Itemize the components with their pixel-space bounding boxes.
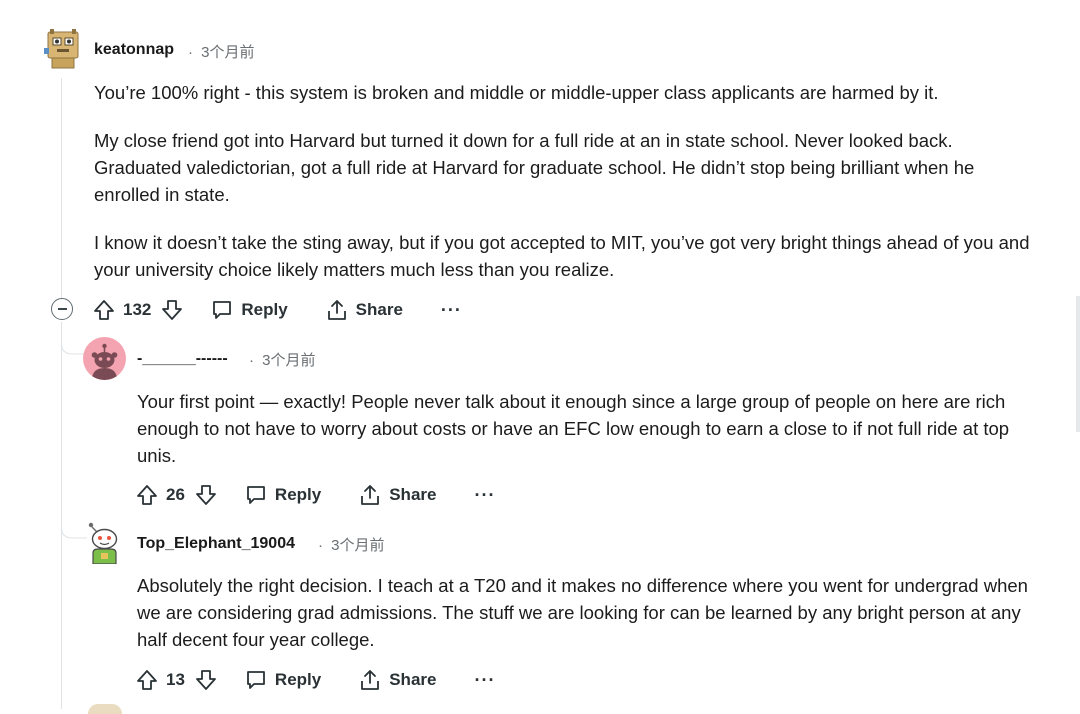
upvote-button[interactable] [136, 484, 158, 506]
thread-line-main [61, 78, 62, 298]
user-avatar[interactable] [83, 520, 126, 564]
share-button[interactable]: Share [359, 484, 436, 506]
next-comment-avatar-peek [88, 704, 122, 714]
comment-paragraph: I know it doesn’t take the sting away, b… [94, 232, 1030, 280]
comment-timestamp: · 3个月前 [249, 349, 316, 370]
downvote-arrow-icon [196, 485, 216, 505]
comment-username[interactable]: -______------ [137, 350, 228, 368]
comment-paragraph: Your first point — exactly! People never… [137, 391, 1010, 466]
comment-actions: 13 Reply Share ··· [136, 664, 495, 696]
meta-separator: · [318, 537, 323, 554]
comment-timestamp: · 3个月前 [318, 534, 385, 555]
vote-count: 13 [166, 670, 185, 689]
comment-actions: 26 Reply Share ··· [136, 479, 495, 511]
comment-body: Your first point — exactly! People never… [137, 388, 1052, 469]
comment-time: 3个月前 [201, 44, 255, 61]
more-options-button[interactable]: ··· [441, 300, 462, 321]
scroll-edge [1076, 296, 1080, 432]
robot-box-avatar-icon [44, 29, 79, 69]
meta-separator: · [188, 44, 193, 61]
share-button[interactable]: Share [359, 669, 436, 691]
comment-time: 3个月前 [331, 537, 385, 554]
share-label: Share [389, 670, 437, 689]
reply-button[interactable]: Reply [211, 299, 288, 321]
reply-label: Reply [274, 485, 322, 504]
user-avatar[interactable] [83, 337, 126, 380]
snoo-character-avatar-icon [88, 522, 118, 564]
comment-paragraph: Absolutely the right decision. I teach a… [137, 575, 1028, 650]
collapse-minus-icon [57, 308, 67, 310]
upvote-button[interactable] [93, 299, 115, 321]
vote-count: 132 [123, 300, 152, 319]
reply-label: Reply [274, 670, 322, 689]
comment-username[interactable]: Top_Elephant_19004 [137, 535, 295, 553]
share-label: Share [389, 485, 437, 504]
comment-username[interactable]: keatonnap [94, 41, 174, 59]
meta-separator: · [249, 352, 254, 369]
more-options-button[interactable]: ··· [474, 485, 495, 506]
speech-bubble-icon [247, 486, 265, 504]
share-upload-icon [361, 485, 380, 505]
vote-count: 26 [166, 485, 185, 504]
speech-bubble-icon [213, 301, 232, 319]
comment-timestamp: · 3个月前 [188, 41, 255, 62]
upvote-arrow-icon [137, 670, 157, 690]
downvote-button[interactable] [161, 299, 183, 321]
upvote-arrow-icon [137, 485, 157, 505]
comment-actions: 132 Reply Share ··· [93, 294, 462, 326]
downvote-arrow-icon [196, 670, 216, 690]
downvote-arrow-icon [162, 300, 183, 320]
downvote-button[interactable] [195, 669, 217, 691]
downvote-button[interactable] [195, 484, 217, 506]
comment-paragraph: My close friend got into Harvard but tur… [94, 130, 975, 205]
share-label: Share [355, 300, 403, 319]
share-button[interactable]: Share [326, 299, 403, 321]
upvote-arrow-icon [94, 300, 114, 320]
reply-button[interactable]: Reply [245, 669, 321, 691]
speech-bubble-icon [247, 671, 265, 689]
user-avatar[interactable] [44, 26, 82, 70]
collapse-thread-button[interactable] [51, 298, 73, 320]
more-options-button[interactable]: ··· [474, 670, 495, 691]
share-upload-icon [361, 670, 380, 690]
share-upload-icon [327, 300, 346, 320]
default-snoo-avatar-icon [91, 343, 118, 380]
comment-time: 3个月前 [262, 352, 316, 369]
upvote-button[interactable] [136, 669, 158, 691]
comment-paragraph: You’re 100% right - this system is broke… [94, 82, 939, 103]
reply-label: Reply [241, 300, 288, 319]
comment-body: Absolutely the right decision. I teach a… [137, 572, 1052, 653]
comment-body: You’re 100% right - this system is broke… [94, 79, 1044, 283]
reply-button[interactable]: Reply [245, 484, 321, 506]
